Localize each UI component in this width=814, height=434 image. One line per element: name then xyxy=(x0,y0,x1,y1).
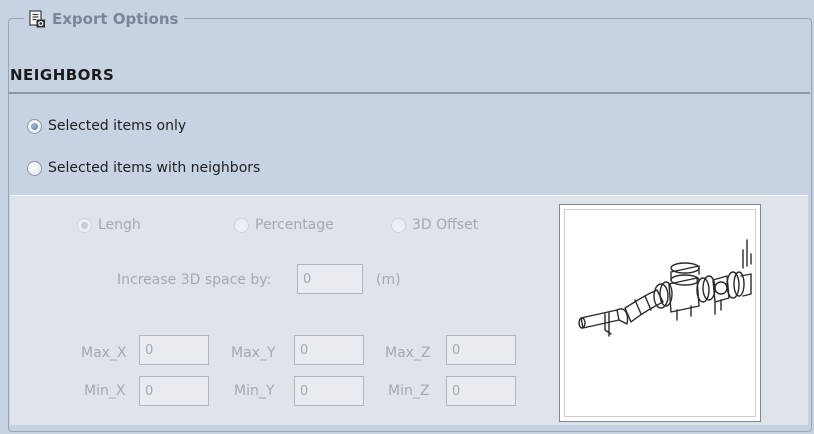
group-title: Export Options xyxy=(52,10,179,28)
max-z-label: Max_Z xyxy=(385,345,431,361)
radio-unchecked-icon[interactable] xyxy=(234,217,249,233)
selected-items-with-neighbors-label: Selected items with neighbors xyxy=(48,160,261,176)
radio-unchecked-icon[interactable] xyxy=(27,160,42,176)
unit-label: (m) xyxy=(376,272,401,288)
selected-items-only-label: Selected items only xyxy=(48,118,187,134)
mode-length-label: Lengh xyxy=(98,217,141,233)
max-z-input[interactable] xyxy=(446,335,516,365)
group-legend: Export Options xyxy=(24,8,185,30)
section-divider xyxy=(8,92,810,94)
max-y-input[interactable] xyxy=(294,335,364,365)
selected-items-with-neighbors-radio[interactable]: Selected items with neighbors xyxy=(27,160,260,176)
min-z-label: Min_Z xyxy=(388,383,430,399)
pipe-assembly-preview-image xyxy=(578,239,752,337)
increase-space-input[interactable] xyxy=(297,264,363,294)
mode-3d-offset-label: 3D Offset xyxy=(412,217,479,233)
increase-space-label: Increase 3D space by: xyxy=(117,272,272,288)
radio-unchecked-icon[interactable] xyxy=(391,217,406,233)
export-options-icon xyxy=(29,10,45,28)
radio-checked-icon[interactable] xyxy=(27,118,42,134)
mode-length-radio[interactable]: Lengh xyxy=(77,217,141,233)
min-x-input[interactable] xyxy=(139,376,209,406)
min-x-label: Min_X xyxy=(84,383,126,399)
mode-percentage-radio[interactable]: Percentage xyxy=(234,217,334,233)
mode-percentage-label: Percentage xyxy=(255,217,334,233)
min-y-input[interactable] xyxy=(294,376,364,406)
max-x-input[interactable] xyxy=(139,335,209,365)
min-y-label: Min_Y xyxy=(234,383,275,399)
neighbors-section-title: NEIGHBORS xyxy=(10,66,115,84)
preview-frame xyxy=(564,209,756,417)
preview-box xyxy=(559,204,761,422)
max-x-label: Max_X xyxy=(81,345,127,361)
neighbor-space-panel: Lengh Percentage 3D Offset Increase 3D s… xyxy=(10,195,808,425)
radio-checked-icon[interactable] xyxy=(77,217,92,233)
selected-items-only-radio[interactable]: Selected items only xyxy=(27,118,186,134)
min-z-input[interactable] xyxy=(446,376,516,406)
mode-3d-offset-radio[interactable]: 3D Offset xyxy=(391,217,478,233)
max-y-label: Max_Y xyxy=(231,345,276,361)
